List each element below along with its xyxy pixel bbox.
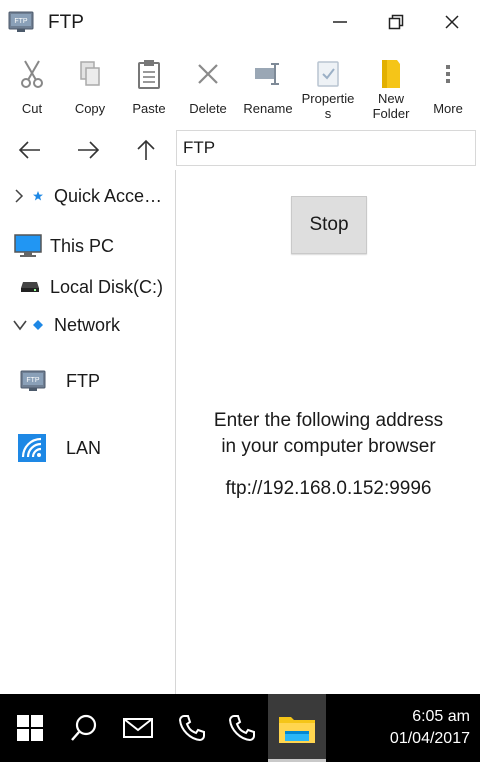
clock-time: 6:05 am [412,708,470,725]
delete-label: Delete [189,101,227,116]
up-button[interactable] [130,136,162,164]
sidebar-item-local-disk[interactable]: Local Disk(C:) [0,269,176,305]
rename-icon [252,57,284,91]
arrow-up-icon [137,139,155,160]
new-folder-label-line1: New [377,91,404,106]
svg-text:FTP: FTP [14,18,28,25]
phone-icon [178,715,205,742]
x-icon [192,57,224,91]
copy-label: Copy [74,101,106,116]
chevron-right-icon[interactable] [14,188,28,204]
star-icon [32,190,48,202]
file-explorer-button[interactable] [268,694,326,762]
phone-2-button[interactable] [214,694,270,762]
scissors-icon [16,57,48,91]
ftp-address: ftp://192.168.0.152:9996 [225,478,432,499]
more-vertical-icon [432,57,464,91]
properties-button[interactable]: Propertie s [298,52,358,128]
cut-button[interactable]: Cut [2,52,62,128]
mail-icon [123,718,153,738]
windows-icon [17,715,43,741]
close-icon [445,15,459,29]
properties-label-line1: Propertie [301,91,355,106]
system-clock[interactable]: 6:05 am 01/04/2017 [390,706,470,750]
sidebar-item-label: Network [54,314,121,335]
file-explorer-icon [279,717,315,743]
search-button[interactable] [56,694,112,762]
svg-text:FTP: FTP [26,377,40,384]
restore-icon [388,14,404,30]
sidebar-item-this-pc[interactable]: This PC [0,228,176,264]
sidebar-item-network[interactable]: Network [0,307,176,343]
sidebar-item-quick-access[interactable]: Quick Acce… [0,178,176,214]
paste-button[interactable]: Paste [119,52,179,128]
address-bar[interactable]: FTP [176,130,476,166]
copy-button[interactable]: Copy [60,52,120,128]
instruction-line-2: in your computer browser [221,436,436,457]
arrow-right-icon [78,141,100,159]
phone-button[interactable] [164,694,220,762]
minimize-button[interactable] [320,6,360,38]
mail-button[interactable] [110,694,166,762]
forward-button[interactable] [72,136,104,164]
clock-date: 01/04/2017 [389,730,470,747]
ftp-app-icon: FTP [8,11,34,33]
properties-icon [312,57,344,91]
main-panel: Stop Enter the following address in your… [177,170,480,694]
toolbar: Cut Copy Paste Delete Rename Propertie s… [0,52,480,128]
paste-label: Paste [132,101,166,116]
new-folder-label-line2: Folder [372,106,410,121]
sidebar-item-label: This PC [50,235,115,256]
sidebar-item-label: LAN [66,437,102,458]
more-label: More [433,101,463,116]
phone-icon [228,715,255,742]
network-icon [32,319,48,331]
rename-button[interactable]: Rename [238,52,298,128]
cut-label: Cut [21,101,43,116]
monitor-icon [14,234,44,258]
more-button[interactable]: More [418,52,478,128]
sidebar-item-label: Local Disk(C:) [50,276,164,297]
copy-icon [74,57,106,91]
restore-button[interactable] [376,6,416,38]
title-bar: FTP FTP [0,0,480,44]
sidebar: Quick Acce… This PC Local Disk(C:) Netwo… [0,170,176,694]
window-title: FTP [48,12,84,33]
wifi-icon [18,434,50,462]
search-icon [71,714,97,741]
close-button[interactable] [432,6,472,38]
sidebar-item-lan[interactable]: LAN [0,430,176,466]
stop-button[interactable]: Stop [291,196,367,254]
folder-icon [375,57,407,91]
instruction-text: Enter the following address in your comp… [177,408,480,460]
taskbar: 6:05 am 01/04/2017 [0,694,480,762]
delete-button[interactable]: Delete [178,52,238,128]
sidebar-item-label: Quick Acce… [54,185,163,206]
properties-label-line2: s [324,106,332,121]
start-button[interactable] [2,694,58,762]
new-folder-button[interactable]: New Folder [361,52,421,128]
new-folder-label: New Folder [359,91,423,121]
chevron-down-icon[interactable] [12,319,30,331]
minimize-icon [333,21,347,23]
sidebar-item-ftp[interactable]: FTP FTP [0,363,176,399]
properties-label: Propertie s [296,91,360,121]
arrow-left-icon [18,141,40,159]
clipboard-icon [133,57,165,91]
sidebar-item-label: FTP [66,370,100,391]
drive-icon [20,280,44,294]
rename-label: Rename [243,101,293,116]
back-button[interactable] [14,136,46,164]
instruction-line-1: Enter the following address [213,410,444,431]
ftp-icon: FTP [20,370,52,392]
